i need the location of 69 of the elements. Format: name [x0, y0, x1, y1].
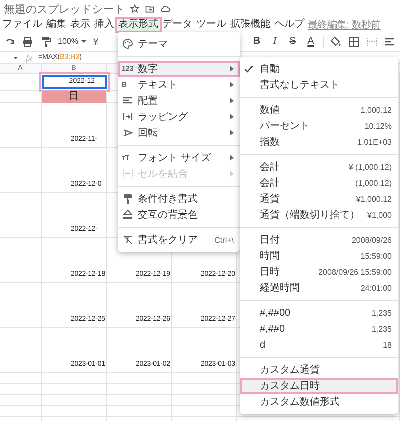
borders-icon[interactable] [348, 36, 360, 48]
menu-option[interactable]: #,##00 1,235 [240, 305, 398, 321]
clear-format-icon [122, 234, 134, 246]
format-button[interactable]: B [251, 36, 263, 48]
caret-icon [81, 40, 88, 43]
submenu-arrow-icon [230, 98, 234, 104]
currency-button[interactable]: ¥ [93, 36, 98, 46]
menu-option[interactable]: 数値 1,000.12 [240, 102, 398, 118]
menu-option[interactable]: カスタム数値形式 [240, 394, 398, 410]
menu-option[interactable]: 会計 (1,000.12) [240, 175, 398, 191]
menu-item[interactable]: ヘルプ [273, 19, 306, 31]
paint-bucket-icon [122, 209, 134, 221]
star-icon[interactable] [130, 4, 140, 14]
menu-option[interactable]: 交互の背景色 [118, 207, 240, 223]
rotate-icon [122, 127, 134, 139]
print-icon[interactable] [22, 36, 34, 48]
format-button[interactable]: A [305, 36, 317, 48]
submenu-arrow-icon [230, 82, 234, 88]
menu-option[interactable]: カスタム通貨 [240, 362, 398, 378]
submenu-arrow-icon [230, 171, 234, 177]
menu-option[interactable]: d 18 [240, 337, 398, 353]
merge-icon [122, 168, 134, 180]
menu-item[interactable]: ツール [195, 19, 228, 31]
menu-option[interactable]: パーセント 10.12% [240, 118, 398, 134]
menu-option[interactable]: 指数 1.01E+03 [240, 134, 398, 150]
menu-option[interactable]: カスタム日時 [240, 378, 398, 394]
last-edit-link[interactable]: 最終編集: 数秒前 [308, 18, 381, 32]
menu-option[interactable]: 経過時間 24:01:00 [240, 280, 398, 296]
zoom-select[interactable]: 100% [58, 37, 88, 46]
align-left-icon[interactable] [384, 36, 396, 48]
menu-item[interactable]: データ [161, 19, 194, 31]
check-icon [244, 64, 254, 74]
menu-item[interactable]: 挿入 [93, 19, 116, 31]
palette-icon [122, 38, 134, 50]
menu-option[interactable]: 通貨 ¥1,000.12 [240, 191, 398, 207]
submenu-arrow-icon [230, 130, 234, 136]
submenu-arrow-icon [230, 155, 234, 161]
menu-option[interactable]: 書式なしテキスト [240, 77, 398, 93]
menu-option[interactable]: 自動 [240, 61, 398, 77]
paint-roller-icon [122, 193, 134, 205]
menu-option[interactable]: 回転 [118, 125, 240, 141]
submenu-arrow-icon [230, 114, 234, 120]
submenu-arrow-icon [230, 66, 234, 72]
menu-item[interactable]: 編集 [45, 19, 68, 31]
format-button[interactable]: I [269, 36, 281, 48]
format-button[interactable]: S [287, 36, 299, 48]
fill-color-icon[interactable] [330, 36, 342, 48]
menu-item[interactable]: 表示形式 [117, 19, 160, 31]
folder-icon[interactable] [145, 4, 155, 14]
menu-option[interactable]: 通貨（端数切り捨て） ¥1,000 [240, 207, 398, 223]
menu-option[interactable]: 日付 2008/09/26 [240, 232, 398, 248]
menu-item[interactable]: ファイル [1, 19, 44, 31]
wrap-icon [122, 111, 134, 123]
merge-cells-icon[interactable] [366, 36, 378, 48]
menu-item[interactable]: 表示 [69, 19, 92, 31]
menu-option[interactable]: 会計 ¥ (1,000.12) [240, 159, 398, 175]
menu-option[interactable]: ラッピング [118, 109, 240, 125]
cloud-icon[interactable] [160, 4, 171, 14]
menu-option[interactable]: 条件付き書式 [118, 191, 240, 207]
fx-label: fx [26, 52, 32, 62]
document-title[interactable]: 無題のスプレッドシート [4, 2, 125, 16]
menu-item[interactable]: 拡張機能 [229, 19, 272, 31]
header-cell: 日 [42, 91, 107, 103]
menu-option[interactable]: 日時 2008/09/26 15:59:00 [240, 264, 398, 280]
menu-option[interactable]: #,##0 1,235 [240, 321, 398, 337]
menu-option[interactable]: 時間 15:59:00 [240, 248, 398, 264]
menu-option[interactable]: テーマ [118, 36, 240, 52]
paint-format-icon[interactable] [40, 36, 52, 48]
menu-option[interactable]: 配置 [118, 93, 240, 109]
